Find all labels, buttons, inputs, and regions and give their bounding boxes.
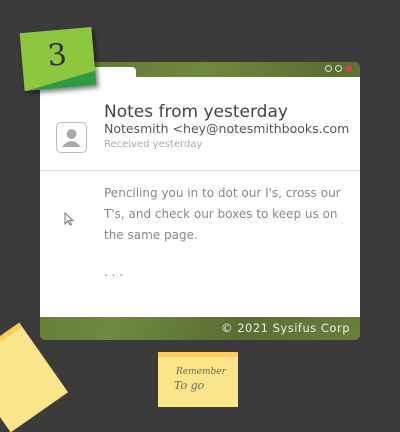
ellipsis: . . .	[104, 265, 124, 279]
number-sticky-note: 3	[19, 26, 97, 92]
user-icon	[62, 129, 81, 147]
minimize-button[interactable]	[325, 65, 332, 72]
badge-number: 3	[46, 37, 69, 74]
email-body: Notes from yesterday Notesmith <hey@note…	[40, 77, 360, 317]
email-subject: Notes from yesterday	[104, 102, 288, 122]
cursor-icon	[64, 211, 75, 230]
divider	[40, 170, 360, 171]
note-line-1: Remember	[176, 367, 226, 377]
email-window: Notes from yesterday Notesmith <hey@note…	[40, 62, 360, 340]
sender: Notesmith <hey@notesmithbooks.com	[104, 121, 350, 136]
window-controls	[325, 65, 352, 72]
note-line-2: To go	[174, 379, 205, 392]
copyright: © 2021 Sysifus Corp	[221, 321, 350, 335]
received-time: Received yesterday	[104, 139, 203, 150]
maximize-button[interactable]	[335, 65, 342, 72]
email-message: Penciling you in to dot our I's, cross o…	[104, 186, 341, 242]
remember-sticky-note: Remember To go	[158, 352, 238, 407]
close-button[interactable]	[345, 65, 352, 72]
avatar	[56, 122, 87, 153]
